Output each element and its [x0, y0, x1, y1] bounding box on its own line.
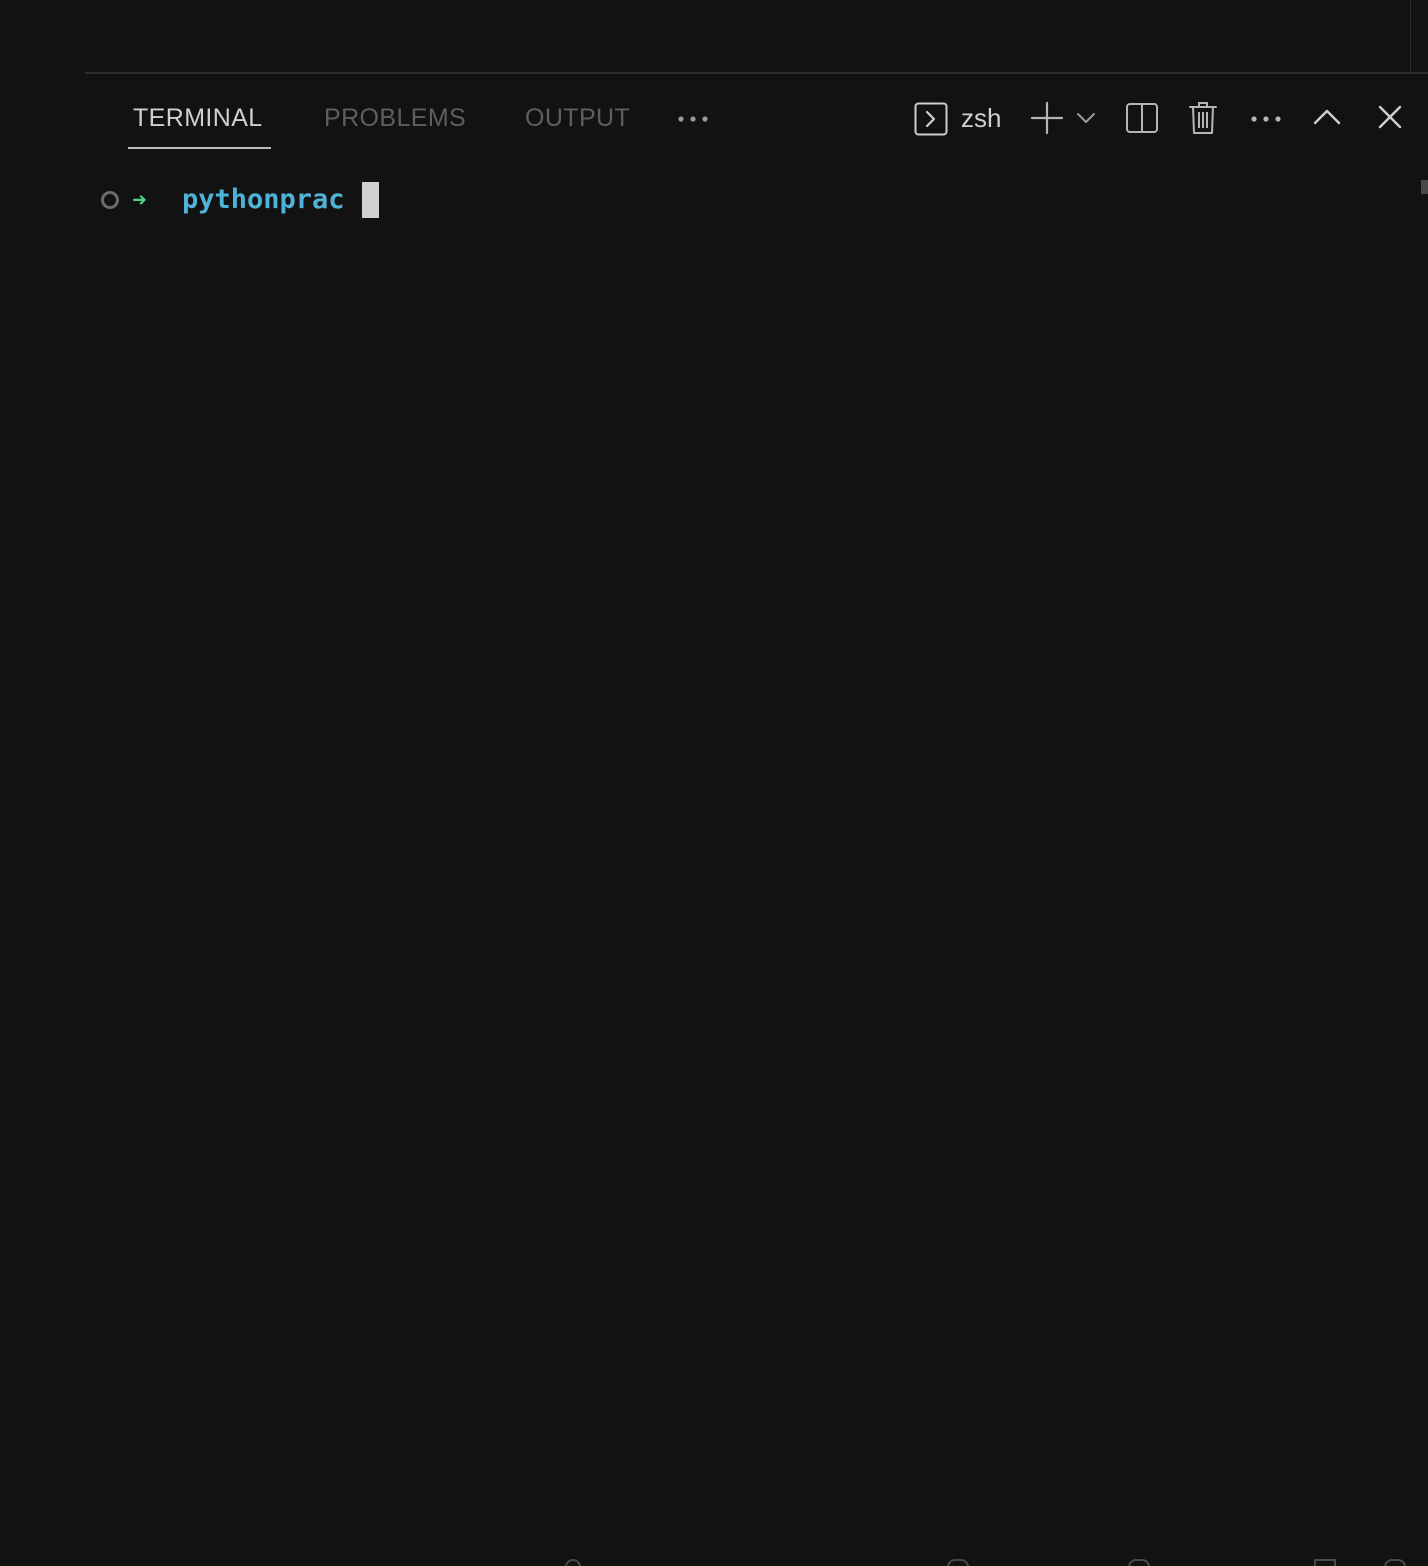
active-tab-indicator: [128, 147, 271, 149]
chevron-up-icon[interactable]: [1312, 102, 1342, 132]
terminal-icon[interactable]: [913, 101, 949, 137]
trash-icon[interactable]: [1185, 99, 1221, 137]
tab-output[interactable]: OUTPUT: [525, 100, 630, 150]
status-icon: [1384, 1559, 1406, 1566]
status-icon: [565, 1559, 581, 1566]
plus-icon[interactable]: [1029, 100, 1065, 136]
status-icon: [1314, 1559, 1336, 1566]
status-icon: [1128, 1559, 1150, 1566]
command-decoration-icon[interactable]: [101, 191, 119, 209]
terminal-output[interactable]: ➜ pythonprac: [85, 170, 1428, 1566]
prompt-arrow: ➜: [132, 186, 147, 214]
status-icon: [947, 1559, 969, 1566]
prompt-line: ➜ pythonprac: [101, 180, 379, 220]
terminal-cursor: [361, 182, 379, 218]
editor-window: TERMINAL PROBLEMS OUTPUT zsh ➜ pythonpra…: [0, 0, 1428, 1566]
more-tabs-icon[interactable]: [675, 104, 711, 134]
editor-area: [0, 0, 1428, 72]
chevron-down-icon[interactable]: [1074, 108, 1098, 128]
close-icon[interactable]: [1375, 102, 1405, 132]
tab-terminal[interactable]: TERMINAL: [133, 100, 263, 150]
shell-name[interactable]: zsh: [961, 100, 1001, 136]
editor-divider: [1410, 0, 1411, 72]
tab-problems[interactable]: PROBLEMS: [324, 100, 466, 150]
panel-tab-bar: TERMINAL PROBLEMS OUTPUT zsh: [85, 74, 1428, 152]
current-directory: pythonprac: [182, 184, 345, 215]
split-terminal-icon[interactable]: [1124, 100, 1160, 136]
scrollbar-thumb[interactable]: [1421, 180, 1428, 194]
status-bar-edge: [0, 1556, 1428, 1566]
more-actions-icon[interactable]: [1248, 104, 1284, 134]
terminal-panel: TERMINAL PROBLEMS OUTPUT zsh ➜ pythonpra…: [85, 72, 1428, 1566]
